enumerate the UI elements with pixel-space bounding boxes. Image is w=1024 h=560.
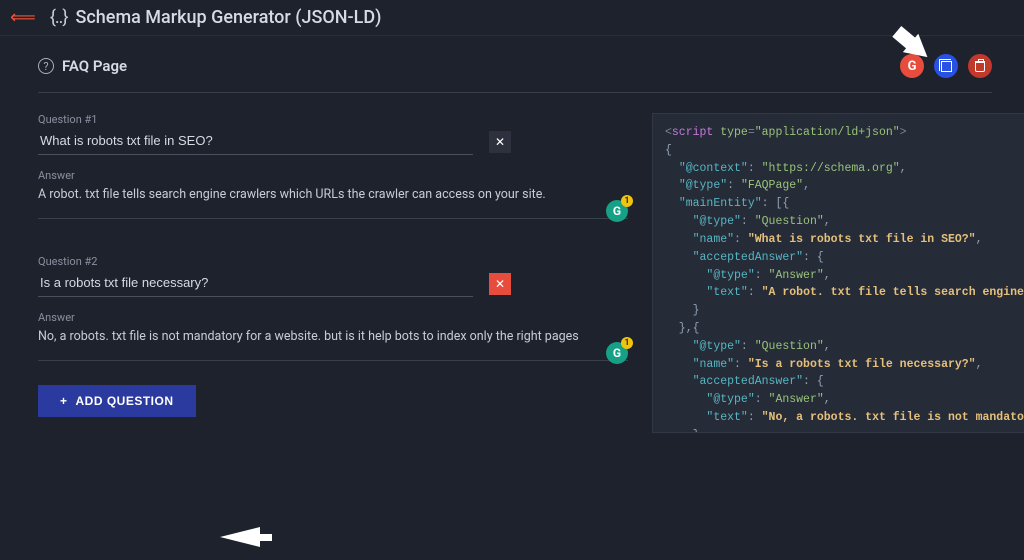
help-icon[interactable]: ?	[38, 58, 54, 74]
grammarly-badge-icon[interactable]: G	[606, 342, 628, 364]
plus-icon: +	[60, 394, 68, 408]
answer-text[interactable]: A robot. txt file tells search engine cr…	[38, 185, 628, 208]
page-title: FAQ Page	[62, 57, 127, 75]
remove-question-button[interactable]: ✕	[489, 131, 511, 153]
question-input[interactable]	[38, 271, 473, 297]
questions-panel: Question #1 ✕ Answer A robot. txt file t…	[38, 113, 628, 433]
copy-button[interactable]	[934, 54, 958, 78]
copy-icon	[941, 61, 952, 72]
top-bar: ⟸ {..} Schema Markup Generator (JSON-LD)	[0, 0, 1024, 36]
answer-text[interactable]: No, a robots. txt file is not mandatory …	[38, 327, 628, 350]
grammarly-badge-icon[interactable]: G	[606, 200, 628, 222]
google-validate-button[interactable]: G	[900, 54, 924, 78]
question-label: Question #2	[38, 255, 628, 268]
question-input[interactable]	[38, 129, 473, 155]
remove-question-button[interactable]: ✕	[489, 273, 511, 295]
app-title: Schema Markup Generator (JSON-LD)	[76, 7, 382, 28]
answer-label: Answer	[38, 311, 628, 324]
answer-label: Answer	[38, 169, 628, 182]
logo-brackets-icon: {..}	[50, 7, 68, 28]
delete-all-button[interactable]	[968, 54, 992, 78]
trash-icon	[975, 61, 985, 72]
menu-toggle-icon[interactable]: ⟸	[10, 7, 36, 28]
add-question-button[interactable]: + ADD QUESTION	[38, 385, 196, 417]
annotation-arrow-icon	[220, 527, 260, 547]
code-preview-panel: <script type="application/ld+json"> { "@…	[652, 113, 1024, 433]
add-question-label: ADD QUESTION	[76, 394, 174, 408]
code-output[interactable]: <script type="application/ld+json"> { "@…	[652, 113, 1024, 433]
question-label: Question #1	[38, 113, 628, 126]
page-heading-row: ? FAQ Page G	[38, 54, 992, 93]
